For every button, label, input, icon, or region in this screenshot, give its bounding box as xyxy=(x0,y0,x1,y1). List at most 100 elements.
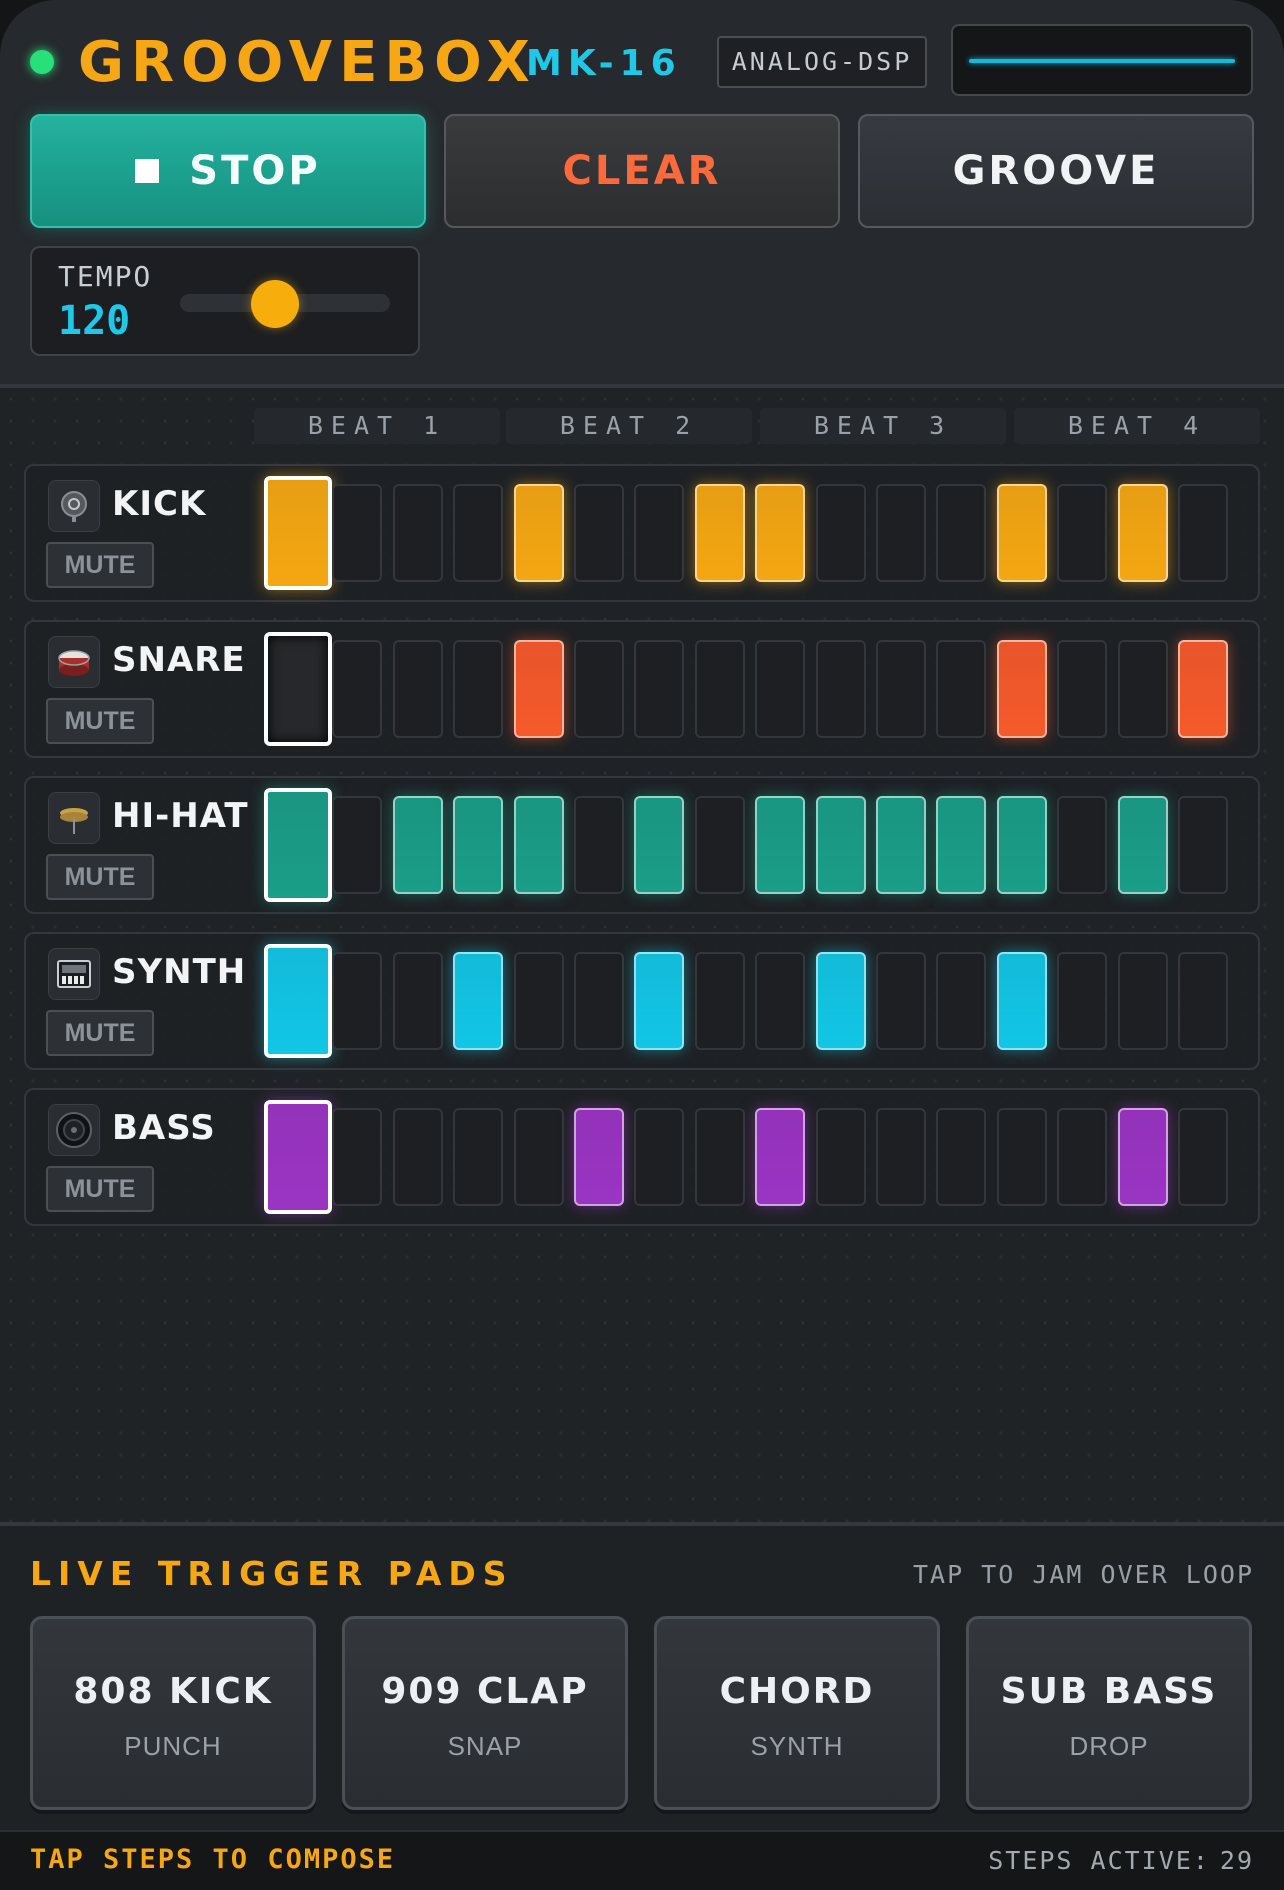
step-15-kick[interactable] xyxy=(1117,484,1168,582)
step-14-synth[interactable] xyxy=(1057,952,1108,1050)
step-4-synth[interactable] xyxy=(453,952,504,1050)
step-8-hi-hat[interactable] xyxy=(694,796,745,894)
step-10-kick[interactable] xyxy=(815,484,866,582)
step-7-kick[interactable] xyxy=(634,484,685,582)
step-12-snare[interactable] xyxy=(936,640,987,738)
step-8-kick[interactable] xyxy=(694,484,745,582)
step-4-snare[interactable] xyxy=(453,640,504,738)
step-15-snare[interactable] xyxy=(1117,640,1168,738)
mute-button-hihat[interactable]: MUTE xyxy=(46,854,154,900)
step-9-bass[interactable] xyxy=(755,1108,806,1206)
step-11-snare[interactable] xyxy=(876,640,926,738)
step-1-synth[interactable] xyxy=(264,944,332,1058)
step-7-snare[interactable] xyxy=(634,640,685,738)
step-1-snare[interactable] xyxy=(264,632,332,746)
step-2-hi-hat[interactable] xyxy=(332,796,383,894)
pad-sub-bass[interactable]: SUB BASS DROP xyxy=(966,1616,1252,1810)
step-15-hi-hat[interactable] xyxy=(1117,796,1168,894)
step-1-kick[interactable] xyxy=(264,476,332,590)
tempo-value: 120 xyxy=(58,298,131,344)
pad-909-clap[interactable]: 909 CLAP SNAP xyxy=(342,1616,628,1810)
step-5-hi-hat[interactable] xyxy=(513,796,564,894)
step-16-synth[interactable] xyxy=(1178,952,1228,1050)
step-12-hi-hat[interactable] xyxy=(936,796,987,894)
step-2-synth[interactable] xyxy=(332,952,383,1050)
step-9-snare[interactable] xyxy=(755,640,806,738)
step-6-hi-hat[interactable] xyxy=(574,796,624,894)
groove-button[interactable]: GROOVE xyxy=(858,114,1254,228)
step-14-kick[interactable] xyxy=(1057,484,1108,582)
step-6-synth[interactable] xyxy=(574,952,624,1050)
step-1-hi-hat[interactable] xyxy=(264,788,332,902)
step-2-snare[interactable] xyxy=(332,640,383,738)
step-7-synth[interactable] xyxy=(634,952,685,1050)
step-10-bass[interactable] xyxy=(815,1108,866,1206)
step-14-bass[interactable] xyxy=(1057,1108,1108,1206)
step-7-bass[interactable] xyxy=(634,1108,685,1206)
step-8-bass[interactable] xyxy=(694,1108,745,1206)
step-12-synth[interactable] xyxy=(936,952,987,1050)
step-16-snare[interactable] xyxy=(1178,640,1228,738)
track-name: SYNTH xyxy=(112,952,247,992)
step-5-snare[interactable] xyxy=(513,640,564,738)
step-5-bass[interactable] xyxy=(513,1108,564,1206)
pad-808-kick[interactable]: 808 KICK PUNCH xyxy=(30,1616,316,1810)
step-12-kick[interactable] xyxy=(936,484,987,582)
step-8-snare[interactable] xyxy=(694,640,745,738)
step-10-hi-hat[interactable] xyxy=(815,796,866,894)
step-9-synth[interactable] xyxy=(755,952,806,1050)
step-8-synth[interactable] xyxy=(694,952,745,1050)
stop-button[interactable]: STOP xyxy=(30,114,426,228)
mute-button-bass[interactable]: MUTE xyxy=(46,1166,154,1212)
step-15-synth[interactable] xyxy=(1117,952,1168,1050)
step-3-snare[interactable] xyxy=(392,640,443,738)
step-11-hi-hat[interactable] xyxy=(876,796,926,894)
step-16-bass[interactable] xyxy=(1178,1108,1228,1206)
step-5-kick[interactable] xyxy=(513,484,564,582)
pad-subtitle: SYNTH xyxy=(750,1731,844,1761)
mute-button-synth[interactable]: MUTE xyxy=(46,1010,154,1056)
mute-button-snare[interactable]: MUTE xyxy=(46,698,154,744)
step-11-kick[interactable] xyxy=(876,484,926,582)
step-5-synth[interactable] xyxy=(513,952,564,1050)
mute-button-kick[interactable]: MUTE xyxy=(46,542,154,588)
track-snare: SNARE MUTE xyxy=(24,620,1260,758)
step-16-hi-hat[interactable] xyxy=(1178,796,1228,894)
step-14-hi-hat[interactable] xyxy=(1057,796,1108,894)
beat-label-3: BEAT 3 xyxy=(760,408,1006,444)
step-12-bass[interactable] xyxy=(936,1108,987,1206)
step-11-bass[interactable] xyxy=(876,1108,926,1206)
step-7-hi-hat[interactable] xyxy=(634,796,685,894)
step-4-hi-hat[interactable] xyxy=(453,796,504,894)
tempo-slider-knob[interactable] xyxy=(250,280,299,328)
step-9-hi-hat[interactable] xyxy=(755,796,806,894)
step-2-bass[interactable] xyxy=(332,1108,383,1206)
step-6-bass[interactable] xyxy=(574,1108,624,1206)
step-11-synth[interactable] xyxy=(876,952,926,1050)
step-15-bass[interactable] xyxy=(1117,1108,1168,1206)
step-6-kick[interactable] xyxy=(574,484,624,582)
step-3-hi-hat[interactable] xyxy=(392,796,443,894)
clear-button[interactable]: CLEAR xyxy=(444,114,840,228)
stop-square-icon xyxy=(135,159,160,183)
step-1-bass[interactable] xyxy=(264,1100,332,1214)
step-13-snare[interactable] xyxy=(996,640,1047,738)
step-16-kick[interactable] xyxy=(1178,484,1228,582)
step-6-snare[interactable] xyxy=(574,640,624,738)
step-10-synth[interactable] xyxy=(815,952,866,1050)
step-3-synth[interactable] xyxy=(392,952,443,1050)
step-14-snare[interactable] xyxy=(1057,640,1108,738)
step-4-kick[interactable] xyxy=(453,484,504,582)
pad-chord[interactable]: CHORD SYNTH xyxy=(654,1616,940,1810)
track-hihat: HI-HAT MUTE xyxy=(24,776,1260,914)
step-13-bass[interactable] xyxy=(996,1108,1047,1206)
step-3-bass[interactable] xyxy=(392,1108,443,1206)
step-9-kick[interactable] xyxy=(755,484,806,582)
step-13-hi-hat[interactable] xyxy=(996,796,1047,894)
step-3-kick[interactable] xyxy=(392,484,443,582)
step-13-kick[interactable] xyxy=(996,484,1047,582)
step-4-bass[interactable] xyxy=(453,1108,504,1206)
step-10-snare[interactable] xyxy=(815,640,866,738)
step-2-kick[interactable] xyxy=(332,484,383,582)
step-13-synth[interactable] xyxy=(996,952,1047,1050)
